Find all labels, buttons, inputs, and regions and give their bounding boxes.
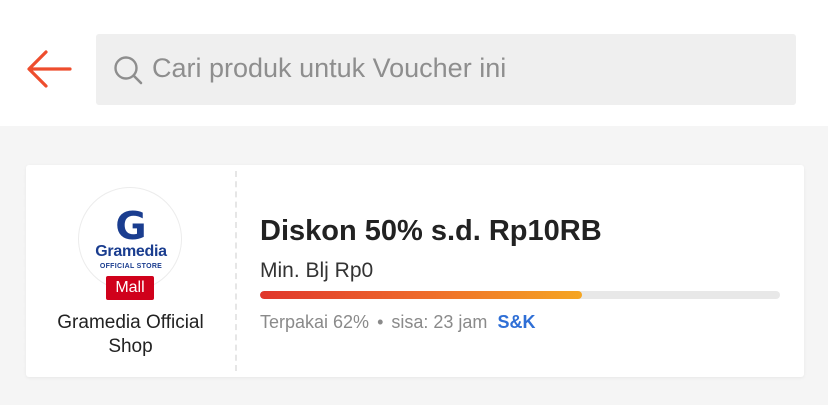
notch — [21, 277, 25, 285]
notch — [21, 241, 25, 249]
notch — [21, 349, 25, 357]
voucher-card[interactable]: G Gramedia OFFICIAL STORE Mall Gramedia … — [21, 165, 804, 377]
usage-progress-fill — [260, 291, 583, 299]
used-percent: Terpakai 62% — [260, 312, 370, 332]
notch — [21, 265, 25, 273]
terms-link[interactable]: S&K — [497, 312, 535, 332]
notch — [21, 313, 25, 321]
search-input[interactable]: Cari produk untuk Voucher ini — [96, 34, 796, 105]
voucher-title: Diskon 50% s.d. Rp10RB — [260, 215, 602, 247]
notch — [21, 229, 25, 237]
time-remaining: sisa: 23 jam — [391, 312, 488, 332]
min-spend: Min. Blj Rp0 — [260, 259, 374, 282]
notch — [21, 361, 25, 369]
back-button[interactable] — [22, 46, 74, 92]
top-bar: Cari produk untuk Voucher ini — [0, 0, 828, 126]
notch — [21, 289, 25, 297]
notch — [21, 169, 25, 177]
voucher-meta: Terpakai 62% • sisa: 23 jam S&K — [260, 312, 535, 333]
notch — [21, 325, 25, 333]
usage-progress-bar — [260, 291, 780, 299]
notch — [21, 205, 25, 213]
arrow-left-icon — [27, 50, 72, 88]
shop-name: Gramedia Official Shop — [57, 312, 204, 357]
dashed-divider — [235, 171, 237, 371]
notch — [21, 301, 25, 309]
separator-dot: • — [377, 312, 384, 332]
logo-subtitle: OFFICIAL STORE — [99, 263, 163, 270]
notch — [21, 253, 25, 261]
notch — [21, 217, 25, 225]
logo-letter: G — [115, 204, 147, 248]
logo-brand-name: Gramedia — [95, 243, 167, 260]
shop-section: G Gramedia OFFICIAL STORE Mall Gramedia … — [26, 165, 235, 377]
mall-badge: Mall — [106, 276, 154, 300]
notch — [21, 337, 25, 345]
search-placeholder: Cari produk untuk Voucher ini — [152, 53, 507, 83]
search-icon — [114, 56, 143, 85]
notch — [21, 193, 25, 201]
notch — [21, 181, 25, 189]
